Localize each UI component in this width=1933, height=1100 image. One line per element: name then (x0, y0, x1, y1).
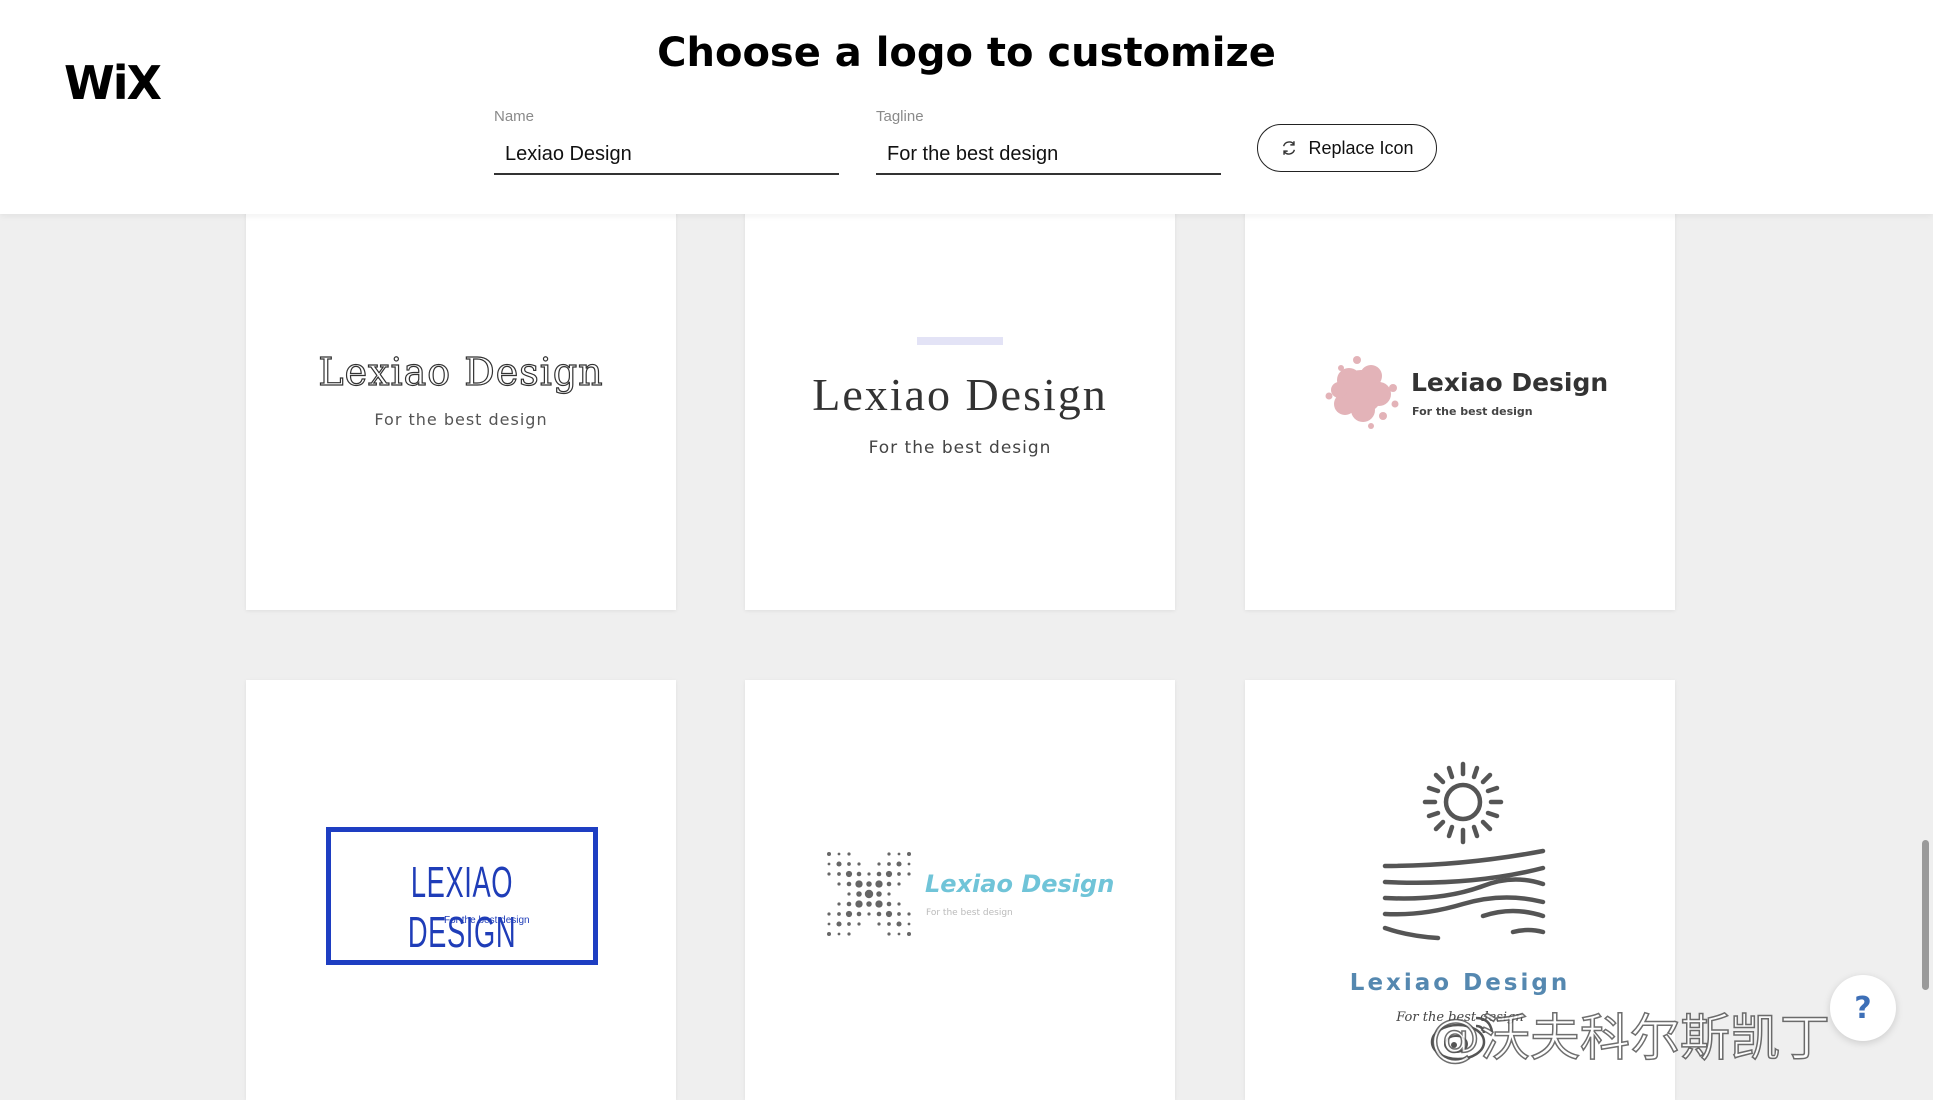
name-field[interactable]: Name Lexiao Design (494, 108, 839, 175)
sun-over-fields-icon (1382, 761, 1546, 941)
logo-card-2[interactable]: Lexiao Design For the best design (745, 200, 1175, 610)
tagline-label: Tagline (876, 108, 924, 125)
watermark-text: @沃夫科尔斯凯丁 (1429, 1008, 1831, 1068)
logo-name: Lexiao Design (812, 369, 1108, 420)
scrollbar-thumb[interactable] (1922, 840, 1929, 990)
logo-tagline: For the best design (444, 915, 530, 926)
help-button[interactable]: ? (1830, 975, 1896, 1041)
logo-tagline: For the best design (1412, 405, 1533, 418)
logo-tagline: For the best design (374, 410, 548, 429)
logo-name: Lexiao Design (318, 349, 604, 394)
logo-card-3[interactable]: Lexiao Design For the best design (1245, 200, 1675, 610)
paint-splash-icon (1325, 356, 1399, 429)
top-header: WiX Choose a logo to customize Name Lexi… (0, 0, 1933, 214)
logo-tagline: For the best design (868, 438, 1052, 458)
logo-name: Lexiao Design (925, 870, 1115, 898)
replace-icon-button[interactable]: Replace Icon (1257, 124, 1437, 172)
logo-card-1[interactable]: Lexiao Design For the best design (246, 200, 676, 610)
name-label: Name (494, 108, 535, 125)
replace-icon-label: Replace Icon (1308, 137, 1414, 158)
tagline-input[interactable]: For the best design (876, 137, 1221, 175)
refresh-icon (1283, 141, 1296, 155)
dotted-x-icon (827, 852, 911, 936)
logo-tagline: For the best design (926, 908, 1013, 918)
logo-frame: LEXIAO DESIGN For the best design (326, 827, 598, 965)
logo-name: Lexiao Design (1349, 970, 1571, 996)
page-title: Choose a logo to customize (657, 30, 1276, 76)
logo-name: LEXIAO DESIGN (407, 858, 517, 957)
logo-card-4[interactable]: LEXIAO DESIGN For the best design (246, 680, 676, 1100)
logo-card-5[interactable]: Lexiao Design For the best design (745, 680, 1175, 1100)
accent-bar (917, 337, 1003, 345)
logo-name: Lexiao Design (1411, 368, 1609, 397)
name-input[interactable]: Lexiao Design (494, 137, 839, 175)
tagline-field[interactable]: Tagline For the best design (876, 108, 1221, 175)
